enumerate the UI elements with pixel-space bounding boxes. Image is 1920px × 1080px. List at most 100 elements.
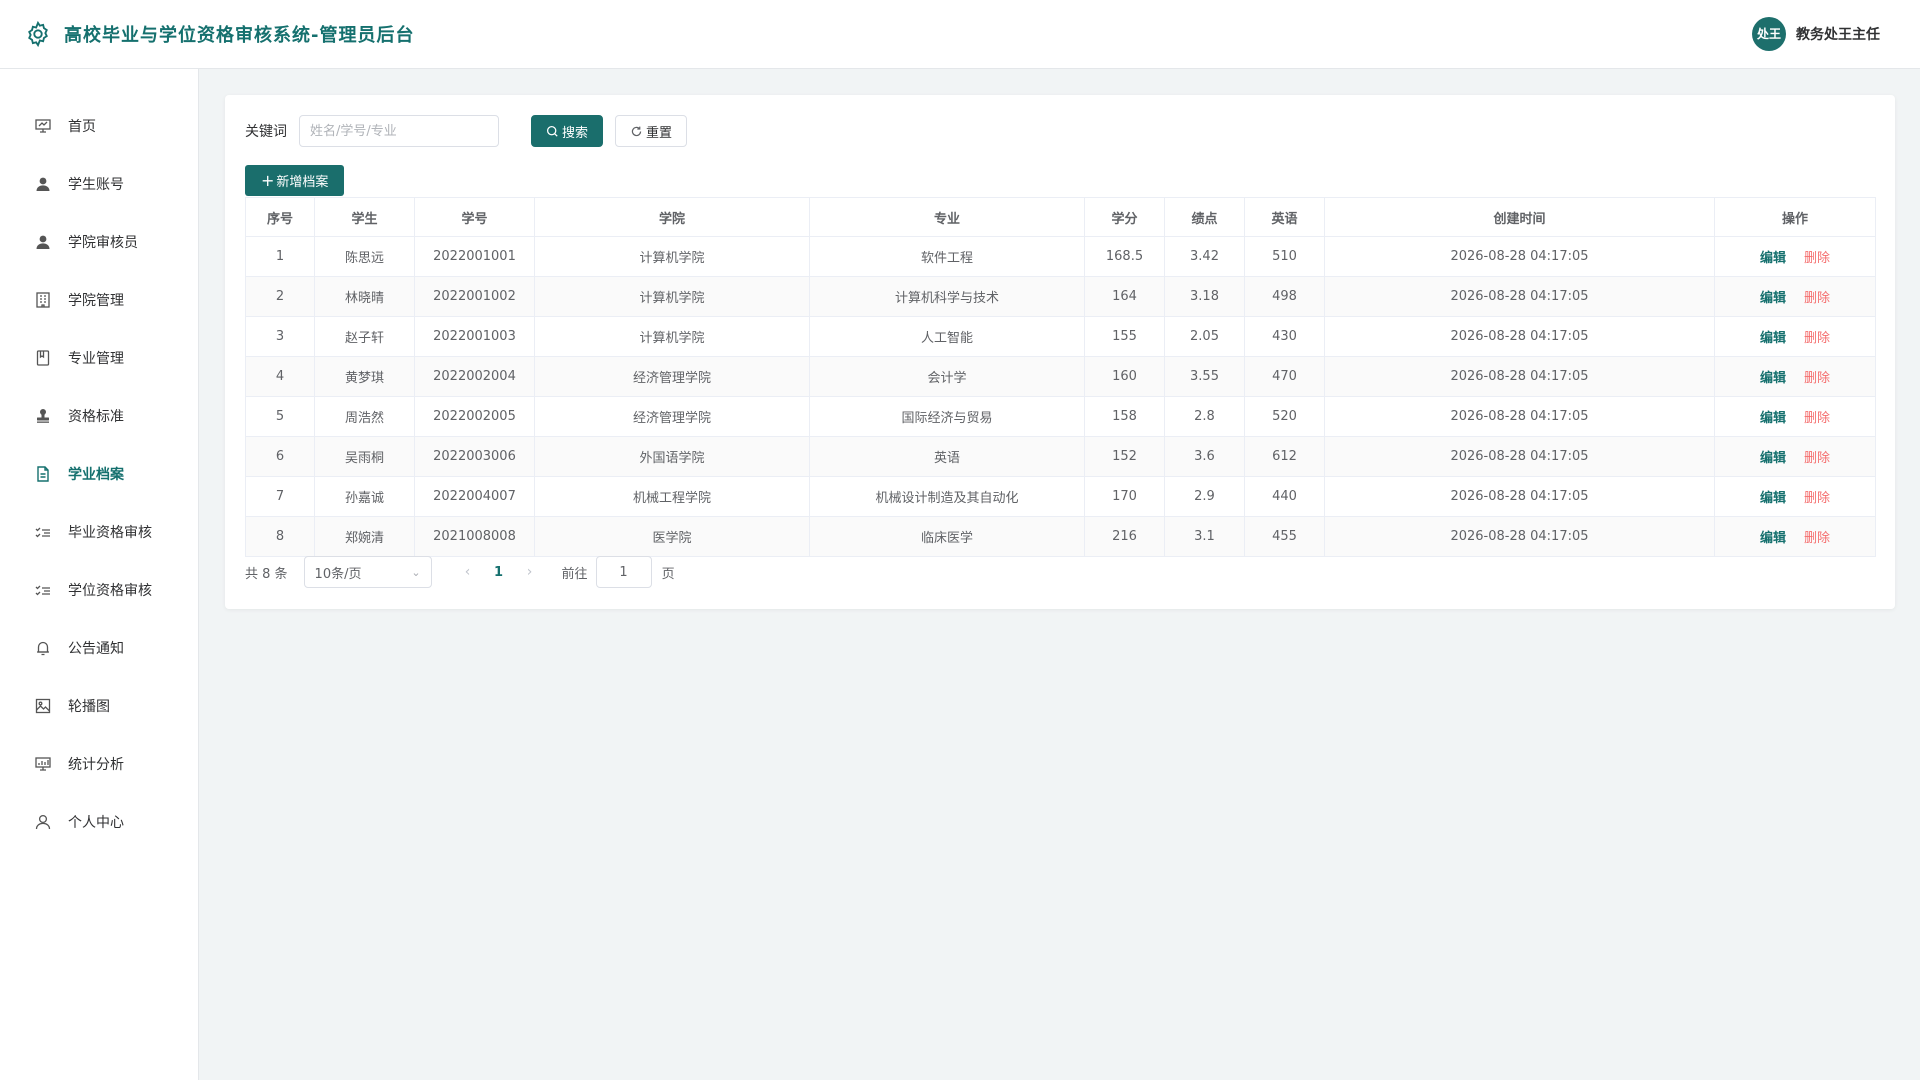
- chart-board-icon: [34, 755, 52, 773]
- cell-name: 陈思远: [314, 236, 415, 277]
- user-menu[interactable]: 处王 教务处王主任: [1752, 17, 1880, 51]
- sidebar-item-10[interactable]: 轮播图: [0, 677, 198, 735]
- sidebar-item-3[interactable]: 学院管理: [0, 271, 198, 329]
- presentation-icon: [34, 117, 52, 135]
- cell-name: 郑婉清: [314, 516, 415, 557]
- delete-button[interactable]: 删除: [1804, 411, 1830, 426]
- delete-button[interactable]: 删除: [1804, 531, 1830, 546]
- delete-button[interactable]: 删除: [1804, 331, 1830, 346]
- image-icon: [34, 697, 52, 715]
- checklist-icon: [34, 523, 52, 541]
- delete-button[interactable]: 删除: [1804, 451, 1830, 466]
- sidebar-item-6[interactable]: 学业档案: [0, 445, 198, 503]
- sidebar-item-label: 学院管理: [68, 293, 124, 309]
- delete-button[interactable]: 删除: [1804, 491, 1830, 506]
- add-record-button[interactable]: + 新增档案: [245, 165, 345, 196]
- cell-name: 林晓晴: [314, 276, 415, 317]
- user-name[interactable]: 教务处王主任: [1796, 24, 1880, 44]
- sidebar-item-12[interactable]: 个人中心: [0, 793, 198, 851]
- column-header: 序号: [245, 197, 315, 237]
- sidebar-item-9[interactable]: 公告通知: [0, 619, 198, 677]
- sidebar-item-11[interactable]: 统计分析: [0, 735, 198, 793]
- sidebar-item-1[interactable]: 学生账号: [0, 155, 198, 213]
- sidebar: 首页 学生账号 学院审核员学院管理专业管理资格标准学业档案 毕业资格审核 学位资格审核公…: [0, 69, 199, 1080]
- gear-icon: [28, 20, 48, 48]
- cell-created: 2026-08-28 04:17:05: [1324, 396, 1715, 437]
- sidebar-item-8[interactable]: 学位资格审核: [0, 561, 198, 619]
- cell-sid: 2022003006: [414, 436, 535, 477]
- reset-button[interactable]: 重置: [615, 115, 688, 147]
- cell-created: 2026-08-28 04:17:05: [1324, 436, 1715, 477]
- cell-idx: 6: [245, 436, 315, 477]
- keyword-input[interactable]: [299, 115, 499, 147]
- document-icon: [34, 465, 52, 483]
- search-button-label: 搜索: [562, 125, 589, 141]
- sidebar-item-label: 统计分析: [68, 757, 124, 773]
- sidebar-item-label: 资格标准: [68, 409, 124, 425]
- cell-sid: 2022002005: [414, 396, 535, 437]
- cell-created: 2026-08-28 04:17:05: [1324, 276, 1715, 317]
- sidebar-item-5[interactable]: 资格标准: [0, 387, 198, 445]
- total-count: 共 8 条: [245, 566, 288, 582]
- cell-gpa: 3.18: [1164, 276, 1245, 317]
- plus-icon: +: [261, 170, 275, 190]
- checklist-icon: [34, 581, 52, 599]
- goto-page-input[interactable]: [595, 556, 652, 588]
- page-number-current[interactable]: 1: [484, 565, 514, 580]
- edit-button[interactable]: 编辑: [1760, 291, 1786, 306]
- person-outline-icon: [34, 813, 52, 831]
- sidebar-item-label: 轮播图: [68, 699, 110, 715]
- cell-name: 周浩然: [314, 396, 415, 437]
- cell-actions: 编辑 删除: [1714, 276, 1876, 317]
- edit-button[interactable]: 编辑: [1760, 371, 1786, 386]
- cell-sid: 2022001003: [414, 316, 535, 357]
- prev-page-icon[interactable]: ‹: [452, 564, 484, 580]
- cell-gpa: 2.9: [1164, 476, 1245, 517]
- edit-button[interactable]: 编辑: [1760, 451, 1786, 466]
- edit-button[interactable]: 编辑: [1760, 411, 1786, 426]
- next-page-icon[interactable]: ›: [514, 564, 546, 580]
- edit-button[interactable]: 编辑: [1760, 531, 1786, 546]
- user-icon: [34, 175, 52, 193]
- page-size-select[interactable]: 10条/页 ⌄: [303, 556, 432, 588]
- cell-idx: 3: [245, 316, 315, 357]
- cell-created: 2026-08-28 04:17:05: [1324, 236, 1715, 277]
- search-button[interactable]: 搜索: [531, 115, 604, 147]
- edit-button[interactable]: 编辑: [1760, 251, 1786, 266]
- cell-college: 经济管理学院: [534, 356, 810, 397]
- cell-name: 吴雨桐: [314, 436, 415, 477]
- column-header: 学院: [534, 197, 810, 237]
- cell-major: 国际经济与贸易: [809, 396, 1085, 437]
- column-header: 专业: [809, 197, 1085, 237]
- column-header: 学生: [314, 197, 415, 237]
- sidebar-item-7[interactable]: 毕业资格审核: [0, 503, 198, 561]
- table-row: 3 赵子轩 2022001003 计算机学院 人工智能 155 2.05 430 2026-08…: [245, 316, 1876, 357]
- reset-button-label: 重置: [646, 125, 673, 141]
- delete-button[interactable]: 删除: [1804, 371, 1830, 386]
- column-header: 学分: [1084, 197, 1165, 237]
- column-header: 操作: [1714, 197, 1876, 237]
- cell-major: 会计学: [809, 356, 1085, 397]
- cell-idx: 7: [245, 476, 315, 517]
- sidebar-item-2[interactable]: 学院审核员: [0, 213, 198, 271]
- table-row: 1 陈思远 2022001001 计算机学院 软件工程 168.5 3.42 510 2026-…: [245, 236, 1876, 277]
- cell-english: 612: [1244, 436, 1325, 477]
- top-header: 高校毕业与学位资格审核系统-管理员后台 处王 教务处王主任: [0, 0, 1920, 69]
- cell-sid: 2022001002: [414, 276, 535, 317]
- stamp-icon: [34, 407, 52, 425]
- cell-actions: 编辑 删除: [1714, 436, 1876, 477]
- add-record-label: 新增档案: [276, 175, 329, 190]
- sidebar-item-label: 专业管理: [68, 351, 124, 367]
- cell-credits: 168.5: [1084, 236, 1165, 277]
- sidebar-item-0[interactable]: 首页: [0, 97, 198, 155]
- edit-button[interactable]: 编辑: [1760, 331, 1786, 346]
- cell-created: 2026-08-28 04:17:05: [1324, 316, 1715, 357]
- keyword-label: 关键词: [245, 124, 287, 140]
- delete-button[interactable]: 删除: [1804, 291, 1830, 306]
- cell-idx: 2: [245, 276, 315, 317]
- sidebar-item-4[interactable]: 专业管理: [0, 329, 198, 387]
- edit-button[interactable]: 编辑: [1760, 491, 1786, 506]
- user-icon: [34, 233, 52, 251]
- delete-button[interactable]: 删除: [1804, 251, 1830, 266]
- avatar[interactable]: 处王: [1752, 17, 1786, 51]
